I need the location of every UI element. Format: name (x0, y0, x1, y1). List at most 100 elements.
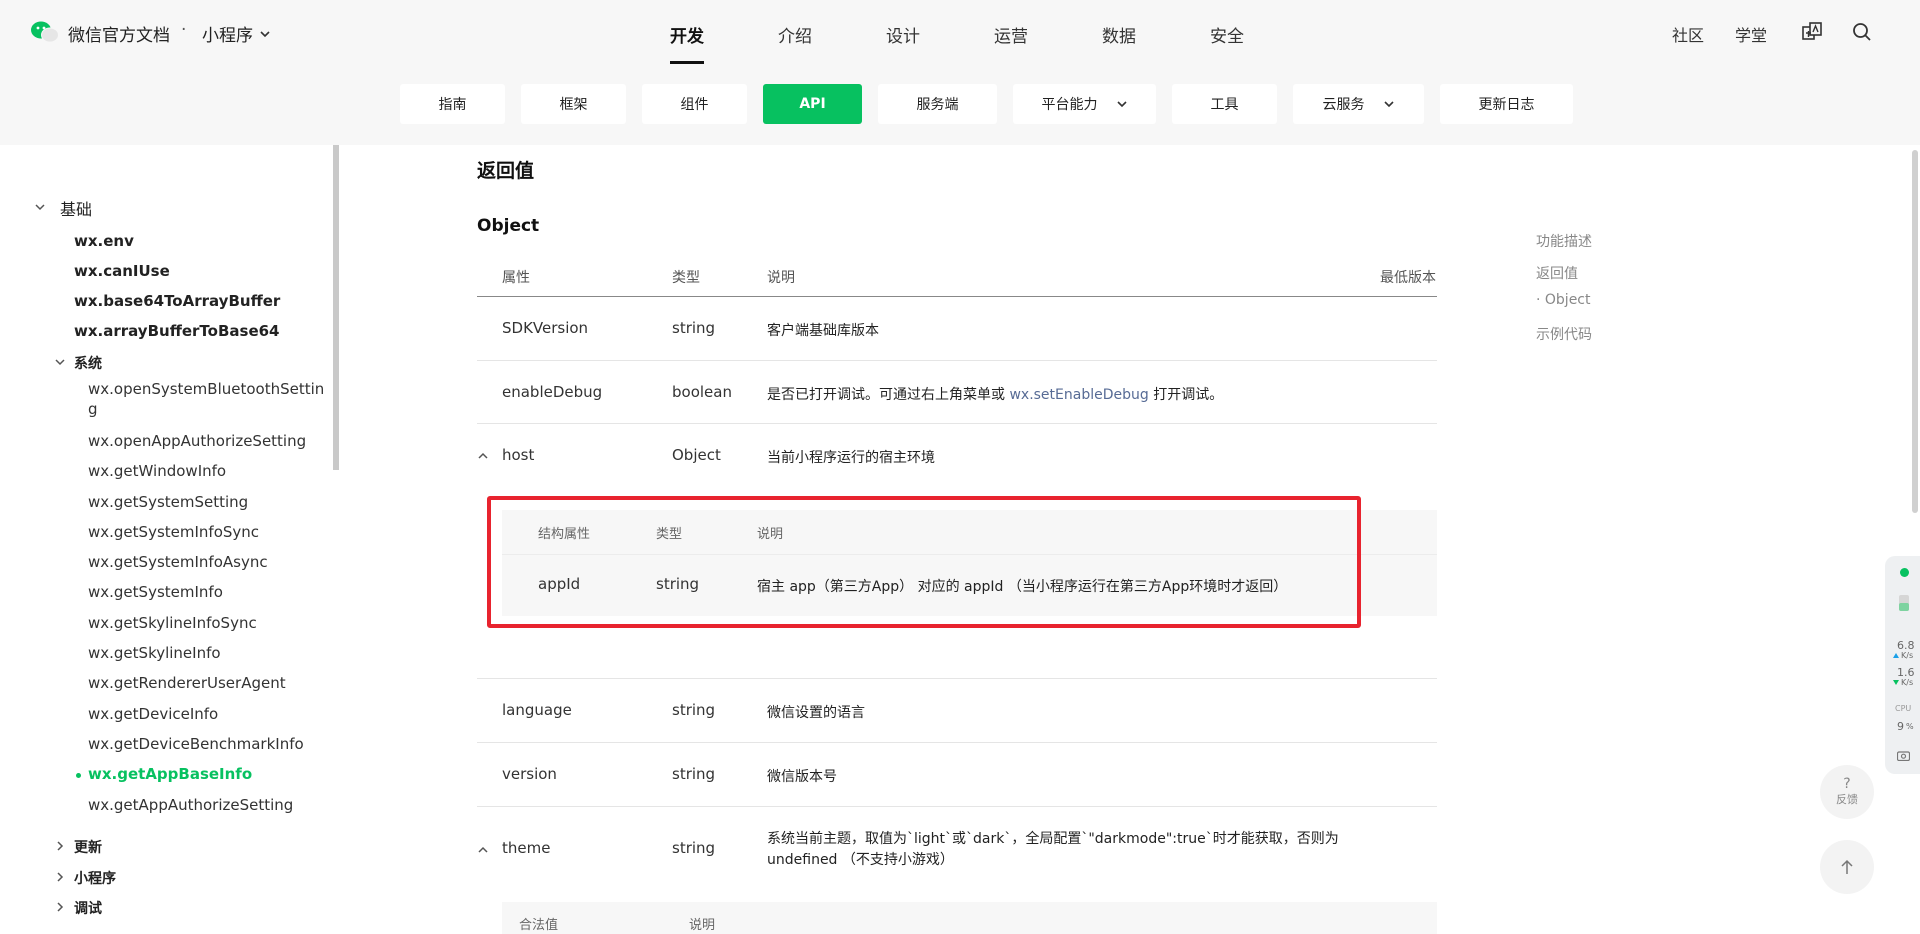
tab-guide[interactable]: 指南 (400, 84, 505, 124)
desc-line: undefined （不支持小游戏） (767, 852, 954, 868)
column-header-type: 类型 (672, 270, 700, 286)
sidebar-item[interactable]: wx.openAppAuthorizeSetting (88, 432, 306, 450)
question-icon: ? (1843, 776, 1851, 792)
tab-framework[interactable]: 框架 (521, 84, 626, 124)
row-language-desc: 微信设置的语言 (767, 705, 865, 721)
row-version-prop: version (502, 765, 557, 783)
cpu-unit: % (1906, 722, 1914, 731)
row-sdkversion-type: string (672, 319, 716, 337)
sidebar-item[interactable]: wx.getDeviceBenchmarkInfo (88, 735, 304, 753)
page-scrollbar[interactable] (1912, 150, 1918, 513)
tab-server[interactable]: 服务端 (878, 84, 997, 124)
wechat-logo-icon[interactable] (30, 20, 60, 44)
sidebar-item[interactable]: wx.arrayBufferToBase64 (74, 322, 280, 340)
column-header-description: 说明 (767, 270, 795, 286)
row-theme-type: string (672, 839, 716, 857)
tab-tools[interactable]: 工具 (1172, 84, 1277, 124)
nav-intro[interactable]: 介绍 (778, 22, 812, 47)
feedback-button[interactable]: ? 反馈 (1820, 765, 1874, 819)
search-icon[interactable] (1850, 20, 1874, 44)
sidebar-item[interactable]: wx.env (74, 232, 134, 250)
row-enabledebug-prop: enableDebug (502, 383, 603, 401)
community-link[interactable]: 社区 (1672, 22, 1704, 46)
row-host-prop: host (502, 446, 535, 464)
returns-heading: 返回值 (477, 160, 535, 182)
sidebar-item[interactable]: wx.getWindowInfo (88, 462, 226, 480)
sidebar-item[interactable]: wx.getSystemSetting (88, 493, 248, 511)
chevron-down-icon (1383, 101, 1394, 108)
arrow-down-icon (1893, 680, 1899, 685)
nav-operations[interactable]: 运营 (994, 22, 1028, 47)
toc-sample-code[interactable]: 示例代码 (1536, 324, 1592, 344)
chevron-right-icon[interactable] (54, 871, 66, 883)
table-header-divider (477, 296, 1437, 297)
academy-link[interactable]: 学堂 (1735, 22, 1767, 46)
toc-function-description[interactable]: 功能描述 (1536, 231, 1592, 251)
row-host-type: Object (672, 446, 721, 464)
upload-unit: K/s (1901, 651, 1914, 660)
sidebar-scrollbar[interactable] (333, 145, 339, 470)
arrow-up-icon (1893, 653, 1899, 658)
sidebar-item[interactable]: wx.getSkylineInfo (88, 644, 221, 662)
chevron-up-icon[interactable] (477, 450, 489, 462)
product-switcher[interactable]: 小程序 (202, 21, 271, 46)
tab-cloud-service[interactable]: 云服务 (1293, 84, 1424, 124)
sidebar-item-label: wx.openSystemBluetoothSettin (88, 380, 325, 398)
sidebar-item[interactable]: wx.getRendererUserAgent (88, 674, 286, 692)
sidebar-group-debug[interactable]: 调试 (74, 898, 102, 918)
desc-line: 系统当前主题，取值为`light`或`dark`，全局配置`"darkmode"… (767, 831, 1339, 847)
status-dot-icon (1900, 568, 1909, 577)
sidebar-item-active[interactable]: wx.getAppBaseInfo (88, 765, 252, 783)
row-divider (477, 678, 1437, 679)
tab-changelog[interactable]: 更新日志 (1440, 84, 1573, 124)
performance-monitor-widget[interactable]: 6.8 K/s 1.6 K/s CPU 9 % (1885, 556, 1920, 774)
tab-platform-capabilities[interactable]: 平台能力 (1013, 84, 1156, 124)
chevron-up-icon[interactable] (477, 844, 489, 856)
chevron-down-icon (260, 30, 270, 37)
nav-data[interactable]: 数据 (1102, 22, 1136, 47)
sidebar-item[interactable]: wx.canIUse (74, 262, 170, 280)
chevron-right-icon[interactable] (54, 840, 66, 852)
sidebar-group-miniprogram[interactable]: 小程序 (74, 868, 116, 888)
row-divider (477, 742, 1437, 743)
sidebar-group-system[interactable]: 系统 (74, 353, 102, 373)
nav-develop[interactable]: 开发 (670, 22, 704, 47)
sidebar-item[interactable]: wx.getDeviceInfo (88, 705, 218, 723)
nested-header-description: 说明 (689, 918, 716, 933)
sidebar-item[interactable]: wx.getAppAuthorizeSetting (88, 796, 293, 814)
sidebar-item[interactable]: wx.base64ToArrayBuffer (74, 292, 280, 310)
sidebar-item[interactable]: wx.getSystemInfoAsync (88, 553, 268, 571)
top-bar (0, 0, 1920, 64)
sidebar-group-update[interactable]: 更新 (74, 837, 102, 857)
tab-api[interactable]: API (763, 84, 862, 124)
chevron-down-icon[interactable] (54, 356, 66, 368)
row-divider (477, 360, 1437, 361)
row-sdkversion-prop: SDKVersion (502, 319, 589, 337)
back-to-top-button[interactable] (1820, 840, 1874, 894)
nav-security[interactable]: 安全 (1210, 22, 1244, 47)
download-unit: K/s (1901, 678, 1914, 687)
sidebar-item-bluetooth-setting[interactable]: wx.openSystemBluetoothSettin g (88, 380, 324, 418)
toc-object[interactable]: · Object (1536, 292, 1591, 308)
chevron-right-icon[interactable] (54, 901, 66, 913)
tab-components[interactable]: 组件 (642, 84, 747, 124)
translate-icon[interactable] (1800, 20, 1824, 44)
brand-title[interactable]: 微信官方文档 (68, 21, 170, 46)
cpu-label: CPU (1895, 704, 1912, 713)
nav-design[interactable]: 设计 (886, 22, 920, 47)
set-enable-debug-link[interactable]: wx.setEnableDebug (1009, 387, 1148, 403)
sidebar-section-basics[interactable]: 基础 (60, 196, 92, 220)
sidebar-item[interactable]: wx.getSystemInfo (88, 583, 223, 601)
row-language-prop: language (502, 701, 572, 719)
cpu-value: 9 (1897, 720, 1904, 733)
nested-header-legal-value: 合法值 (519, 918, 559, 933)
sidebar-item[interactable]: wx.getSkylineInfoSync (88, 614, 257, 632)
row-host-desc: 当前小程序运行的宿主环境 (767, 450, 935, 466)
desc-text: 打开调试。 (1153, 387, 1224, 403)
sidebar-item[interactable]: wx.getSystemInfoSync (88, 523, 259, 541)
tab-cloud-label: 云服务 (1322, 97, 1365, 113)
toc-returns[interactable]: 返回值 (1536, 263, 1578, 283)
chevron-down-icon[interactable] (34, 201, 46, 213)
column-header-property: 属性 (502, 270, 530, 286)
sidebar-item-label: g (88, 400, 98, 418)
